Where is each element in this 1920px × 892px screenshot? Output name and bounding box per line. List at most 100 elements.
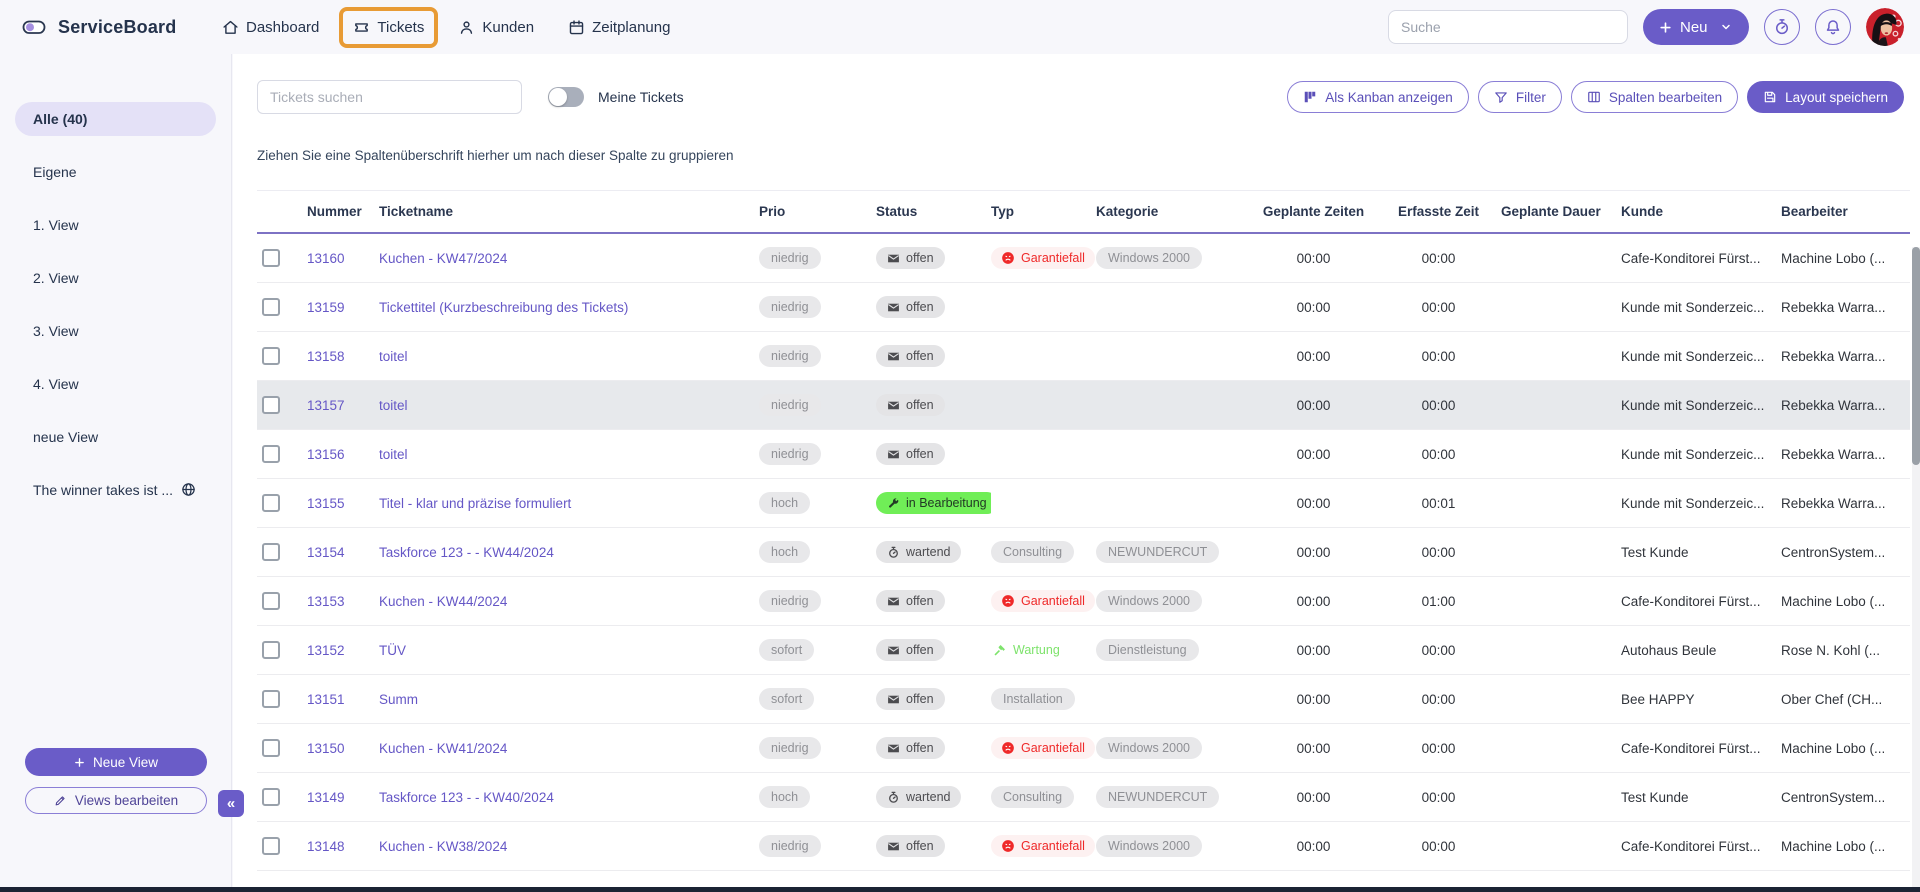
ticket-search-input[interactable] [257, 80, 522, 114]
cell-kategorie: Windows 2000 [1096, 247, 1251, 269]
column-header-typ[interactable]: Typ [991, 204, 1096, 219]
angry-face-icon [1001, 741, 1015, 755]
ticket-row-13157[interactable]: 13157toitelniedrigoffen00:0000:00Kunde m… [257, 381, 1910, 430]
ticket-number-link[interactable]: 13150 [307, 741, 345, 756]
row-checkbox[interactable] [262, 788, 280, 806]
edit-views-button[interactable]: Views bearbeiten [25, 787, 207, 814]
ticket-row-13160[interactable]: 13160Kuchen - KW47/2024niedrigoffenGaran… [257, 234, 1910, 283]
recorded-time-value: 00:00 [1376, 300, 1501, 315]
view-item-inner: 2. View [15, 270, 79, 286]
ticket-number-link[interactable]: 13148 [307, 839, 345, 854]
row-checkbox[interactable] [262, 641, 280, 659]
ticket-name-link[interactable]: Kuchen - KW41/2024 [379, 741, 507, 756]
cell-select [257, 690, 307, 708]
ticket-row-13156[interactable]: 13156toitelniedrigoffen00:0000:00Kunde m… [257, 430, 1910, 479]
row-checkbox[interactable] [262, 494, 280, 512]
ticket-name-link[interactable]: Kuchen - KW38/2024 [379, 839, 507, 854]
sidebar-item-2-view[interactable]: 2. View [0, 251, 231, 304]
sidebar-item-4-view[interactable]: 4. View [0, 357, 231, 410]
timer-button[interactable] [1764, 9, 1800, 45]
ticket-row-13154[interactable]: 13154Taskforce 123 - - KW44/2024hochwart… [257, 528, 1910, 577]
table-scrollbar[interactable] [1912, 247, 1920, 887]
kategorie-badge: Dienstleistung [1096, 639, 1199, 661]
sidebar-item-alle-40[interactable]: Alle (40) [0, 92, 231, 145]
ticket-name-link[interactable]: Taskforce 123 - - KW40/2024 [379, 790, 554, 805]
sidebar-item-eigene[interactable]: Eigene [0, 145, 231, 198]
status-label: offen [906, 594, 934, 608]
ticket-name-link[interactable]: Kuchen - KW47/2024 [379, 251, 507, 266]
filter-button[interactable]: Filter [1478, 81, 1562, 113]
ticket-number-link[interactable]: 13160 [307, 251, 345, 266]
ticket-number-link[interactable]: 13149 [307, 790, 345, 805]
scrollbar-thumb[interactable] [1912, 247, 1920, 465]
ticket-row-13150[interactable]: 13150Kuchen - KW41/2024niedrigoffenGaran… [257, 724, 1910, 773]
column-header-ticketname[interactable]: Ticketname [379, 204, 759, 219]
ticket-number-link[interactable]: 13154 [307, 545, 345, 560]
row-checkbox[interactable] [262, 298, 280, 316]
column-header-erfasste-zeit[interactable]: Erfasste Zeit [1376, 204, 1501, 219]
ticket-number-link[interactable]: 13153 [307, 594, 345, 609]
sidebar-item-neue-view[interactable]: neue View [0, 410, 231, 463]
column-header-bearbeiter[interactable]: Bearbeiter [1781, 204, 1910, 219]
kanban-view-button[interactable]: Als Kanban anzeigen [1287, 81, 1469, 113]
user-avatar[interactable] [1866, 8, 1904, 46]
ticket-name-link[interactable]: TÜV [379, 643, 406, 658]
nav-item-kunden[interactable]: Kunden [448, 11, 544, 44]
column-header-geplante-zeiten[interactable]: Geplante Zeiten [1251, 204, 1376, 219]
ticket-number-link[interactable]: 13156 [307, 447, 345, 462]
ticket-row-13159[interactable]: 13159 Tickettitel (Kurzbeschreibung des T… [257, 283, 1910, 332]
ticket-name-link[interactable]: Titel - klar und präzise formuliert [379, 496, 571, 511]
ticket-name-link[interactable]: toitel [379, 398, 408, 413]
column-header-geplante-dauer[interactable]: Geplante Dauer [1501, 204, 1621, 219]
ticket-name-link[interactable]: Tickettitel (Kurzbeschreibung des Ticket… [379, 300, 628, 315]
ticket-number-link[interactable]: 13159 [307, 300, 345, 315]
new-view-button[interactable]: Neue View [25, 748, 207, 776]
row-checkbox[interactable] [262, 249, 280, 267]
ticket-row-13158[interactable]: 13158toitelniedrigoffen00:0000:00Kunde m… [257, 332, 1910, 381]
active-view-pill: Alle (40) [15, 102, 216, 136]
edit-columns-button[interactable]: Spalten bearbeiten [1571, 81, 1738, 113]
nav-item-zeitplanung[interactable]: Zeitplanung [558, 11, 680, 44]
ticket-number-link[interactable]: 13157 [307, 398, 345, 413]
column-header-kunde[interactable]: Kunde [1621, 204, 1781, 219]
ticket-row-13151[interactable]: 13151SummsofortoffenInstallation00:0000:… [257, 675, 1910, 724]
sidebar-item-3-view[interactable]: 3. View [0, 304, 231, 357]
ticket-number-link[interactable]: 13158 [307, 349, 345, 364]
notifications-button[interactable] [1815, 9, 1851, 45]
nav-item-tickets[interactable]: Tickets [343, 11, 434, 44]
column-header-kategorie[interactable]: Kategorie [1096, 204, 1251, 219]
row-checkbox[interactable] [262, 396, 280, 414]
ticket-name-link[interactable]: Kuchen - KW44/2024 [379, 594, 507, 609]
sidebar-item-the-winner-takes-ist[interactable]: The winner takes ist ... [0, 463, 231, 516]
column-header-status[interactable]: Status [876, 204, 991, 219]
row-checkbox[interactable] [262, 837, 280, 855]
my-tickets-toggle[interactable] [548, 87, 584, 107]
row-checkbox[interactable] [262, 739, 280, 757]
ticket-row-13155[interactable]: 13155 Titel - klar und präzise formuliert… [257, 479, 1910, 528]
sidebar-item-1-view[interactable]: 1. View [0, 198, 231, 251]
ticket-row-13153[interactable]: 13153Kuchen - KW44/2024niedrigoffenGaran… [257, 577, 1910, 626]
ticket-number-link[interactable]: 13151 [307, 692, 345, 707]
row-checkbox[interactable] [262, 347, 280, 365]
ticket-row-13148[interactable]: 13148Kuchen - KW38/2024niedrigoffenGaran… [257, 822, 1910, 871]
global-search-input[interactable] [1388, 10, 1628, 44]
ticket-row-13152[interactable]: 13152TÜVsofortoffenWartungDienstleistung… [257, 626, 1910, 675]
ticket-name-link[interactable]: Summ [379, 692, 418, 707]
row-checkbox[interactable] [262, 543, 280, 561]
ticket-number-link[interactable]: 13155 [307, 496, 345, 511]
row-checkbox[interactable] [262, 592, 280, 610]
ticket-name-link[interactable]: toitel [379, 349, 408, 364]
row-checkbox[interactable] [262, 445, 280, 463]
save-layout-button[interactable]: Layout speichern [1747, 81, 1904, 113]
ticket-name-link[interactable]: Taskforce 123 - - KW44/2024 [379, 545, 554, 560]
ticket-number-link[interactable]: 13152 [307, 643, 345, 658]
column-header-nummer[interactable]: Nummer [307, 204, 379, 219]
row-checkbox[interactable] [262, 690, 280, 708]
status-badge-offen: offen [876, 394, 945, 416]
ticket-row-13149[interactable]: 13149Taskforce 123 - - KW40/2024hochwart… [257, 773, 1910, 822]
collapse-sidebar-button[interactable]: « [218, 790, 244, 817]
ticket-name-link[interactable]: toitel [379, 447, 408, 462]
nav-item-dashboard[interactable]: Dashboard [212, 11, 329, 44]
column-header-prio[interactable]: Prio [759, 204, 876, 219]
new-button[interactable]: Neu [1643, 9, 1749, 45]
